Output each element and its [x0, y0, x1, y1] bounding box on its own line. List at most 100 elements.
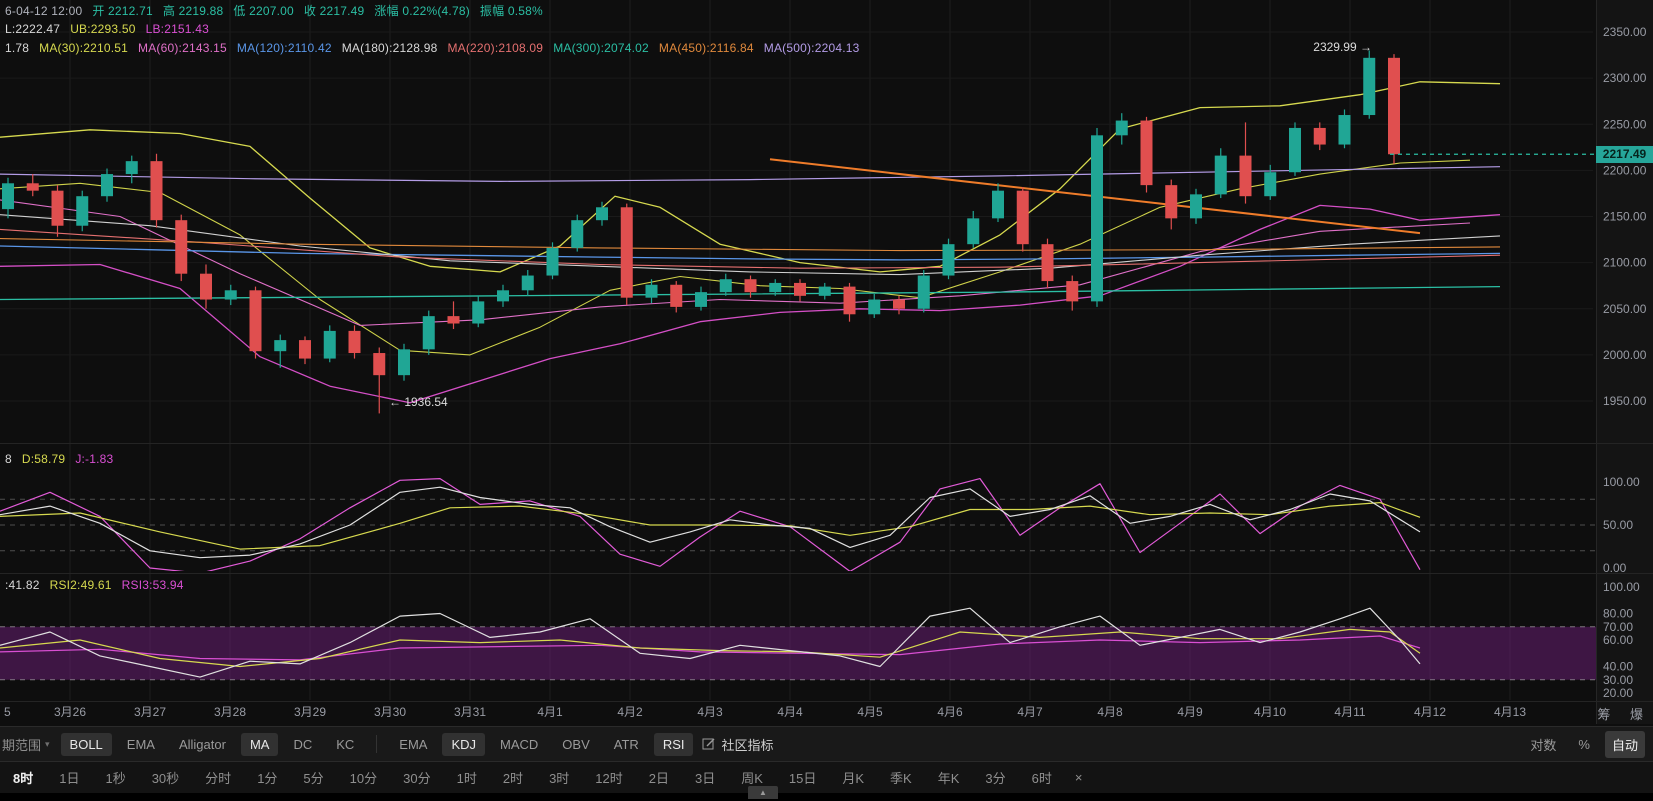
- chart-canvas[interactable]: 2350.002300.002250.002200.002150.002100.…: [0, 0, 1653, 724]
- side-panel-labels[interactable]: 筹 爆: [1597, 704, 1651, 723]
- svg-text:4月9: 4月9: [1177, 705, 1203, 719]
- ma-segment: MA(500):2204.13: [764, 41, 860, 55]
- svg-text:4月3: 4月3: [697, 705, 723, 719]
- ma-segment: MA(60):2143.15: [138, 41, 227, 55]
- svg-text:4月2: 4月2: [617, 705, 643, 719]
- ma-segment: MA(120):2110.42: [237, 41, 332, 55]
- svg-text:4月1: 4月1: [537, 705, 563, 719]
- svg-text:4月6: 4月6: [937, 705, 963, 719]
- timeframe-18[interactable]: 季K: [877, 768, 925, 787]
- svg-text:2200.00: 2200.00: [1603, 163, 1647, 177]
- timeframe-4[interactable]: 分时: [192, 768, 244, 787]
- svg-text:4月8: 4月8: [1097, 705, 1123, 719]
- ma-segment: 1.78: [5, 41, 29, 55]
- timeframe-16[interactable]: 15日: [776, 768, 829, 787]
- toolbar-divider: [376, 735, 377, 753]
- ohlc-segment: 6-04-12 12:00: [5, 4, 82, 18]
- boll-segment: L:2222.47: [5, 22, 60, 36]
- overlay-indicator-kc[interactable]: KC: [327, 733, 363, 756]
- timeframe-15[interactable]: 周K: [728, 768, 776, 787]
- timeframe-5[interactable]: 1分: [244, 768, 290, 787]
- timeframe-popup-arrow[interactable]: ▲: [748, 786, 778, 799]
- svg-text:50.00: 50.00: [1603, 518, 1633, 532]
- ohlc-segment: 振幅 0.58%: [480, 4, 543, 18]
- svg-text:3月26: 3月26: [54, 705, 86, 719]
- svg-text:100.00: 100.00: [1603, 580, 1640, 594]
- boll-segment: UB:2293.50: [70, 22, 135, 36]
- timeframe-17[interactable]: 月K: [829, 768, 877, 787]
- svg-text:40.00: 40.00: [1603, 660, 1633, 674]
- timeframe-2[interactable]: 1秒: [92, 768, 138, 787]
- sub-indicator-rsi[interactable]: RSI: [654, 733, 694, 756]
- svg-text:80.00: 80.00: [1603, 607, 1633, 621]
- timeframe-11[interactable]: 3时: [536, 768, 582, 787]
- overlay-indicator-boll[interactable]: BOLL: [61, 733, 112, 756]
- overlay-indicator-alligator[interactable]: Alligator: [170, 733, 235, 756]
- kdj-info-row: 8D:58.79J:-1.83: [5, 452, 123, 467]
- timeframe-3[interactable]: 30秒: [139, 768, 192, 787]
- period-range-caret-icon[interactable]: ▾: [45, 739, 50, 750]
- svg-text:4月4: 4月4: [777, 705, 803, 719]
- rsi-segment: :41.82: [5, 578, 40, 592]
- overlay-indicator-dc[interactable]: DC: [284, 733, 321, 756]
- svg-text:3月28: 3月28: [214, 705, 246, 719]
- svg-text:3月30: 3月30: [374, 705, 406, 719]
- indicator-toolbar: 期范围 ▾ BOLL EMA Alligator MADC KC EMA KDJ MACD OBV A…: [0, 726, 1653, 762]
- timeframe-bar: 8时1日1秒30秒分时1分5分10分30分1时2时3时12时2日3日周K15日月…: [0, 762, 1653, 793]
- scale-option-1[interactable]: %: [1571, 733, 1597, 756]
- rsi-segment: RSI3:53.94: [122, 578, 184, 592]
- svg-text:70.00: 70.00: [1603, 620, 1633, 634]
- sub-indicator-kdj[interactable]: KDJ: [442, 733, 485, 756]
- svg-text:← 1936.54: ← 1936.54: [389, 395, 448, 409]
- svg-text:3月31: 3月31: [454, 705, 486, 719]
- overlay-indicator-ma[interactable]: MA: [241, 733, 279, 756]
- ma-segment: MA(450):2116.84: [659, 41, 754, 55]
- timeframe-19[interactable]: 年K: [925, 768, 973, 787]
- svg-text:4月13: 4月13: [1494, 705, 1526, 719]
- svg-text:4月10: 4月10: [1254, 705, 1286, 719]
- ohlc-segment: 低 2207.00: [233, 4, 294, 18]
- period-range-label[interactable]: 期范围: [0, 735, 41, 754]
- timeframe-10[interactable]: 2时: [490, 768, 536, 787]
- timeframe-7[interactable]: 10分: [337, 768, 390, 787]
- close-timeframes-icon[interactable]: ×: [1065, 770, 1093, 785]
- timeframe-9[interactable]: 1时: [444, 768, 490, 787]
- trading-app: 2350.002300.002250.002200.002150.002100.…: [0, 0, 1653, 801]
- timeframe-12[interactable]: 12时: [582, 768, 635, 787]
- timeframe-1[interactable]: 1日: [46, 768, 92, 787]
- ma-info-row: 1.78MA(30):2210.51MA(60):2143.15MA(120):…: [5, 41, 870, 56]
- svg-text:20.00: 20.00: [1603, 686, 1633, 700]
- svg-text:5: 5: [4, 705, 11, 719]
- sub-indicator-atr[interactable]: ATR: [605, 733, 648, 756]
- svg-text:60.00: 60.00: [1603, 633, 1633, 647]
- timeframe-14[interactable]: 3日: [682, 768, 728, 787]
- ma-segment: MA(180):2128.98: [342, 41, 438, 55]
- ohlc-segment: 收 2217.49: [304, 4, 365, 18]
- timeframe-13[interactable]: 2日: [636, 768, 682, 787]
- timeframe-21[interactable]: 6时: [1019, 768, 1065, 787]
- svg-text:2000.00: 2000.00: [1603, 348, 1647, 362]
- kdj-segment: D:58.79: [22, 452, 65, 466]
- overlay-indicator-ema[interactable]: EMA: [118, 733, 164, 756]
- ohlc-segment: 涨幅 0.22%(4.78): [374, 4, 470, 18]
- svg-text:4月7: 4月7: [1017, 705, 1043, 719]
- rsi-segment: RSI2:49.61: [50, 578, 112, 592]
- svg-text:2300.00: 2300.00: [1603, 71, 1647, 85]
- sub-indicator-ema[interactable]: EMA: [390, 733, 436, 756]
- timeframe-0[interactable]: 8时: [0, 768, 46, 787]
- timeframe-20[interactable]: 3分: [972, 768, 1018, 787]
- svg-text:4月5: 4月5: [857, 705, 883, 719]
- svg-text:2100.00: 2100.00: [1603, 256, 1647, 270]
- svg-text:2150.00: 2150.00: [1603, 210, 1647, 224]
- scale-option-2[interactable]: 自动: [1605, 731, 1645, 758]
- community-indicators-button[interactable]: 社区指标: [702, 735, 773, 754]
- sub-indicator-obv[interactable]: OBV: [553, 733, 598, 756]
- scale-option-0[interactable]: 对数: [1523, 731, 1563, 758]
- sub-indicator-macd[interactable]: MACD: [491, 733, 547, 756]
- edit-icon: [702, 737, 716, 751]
- timeframe-6[interactable]: 5分: [290, 768, 336, 787]
- bottom-strip: [0, 793, 1653, 801]
- ohlc-info-row: 6-04-12 12:00开 2212.71高 2219.88低 2207.00…: [5, 4, 553, 19]
- svg-text:2350.00: 2350.00: [1603, 25, 1647, 39]
- timeframe-8[interactable]: 30分: [390, 768, 443, 787]
